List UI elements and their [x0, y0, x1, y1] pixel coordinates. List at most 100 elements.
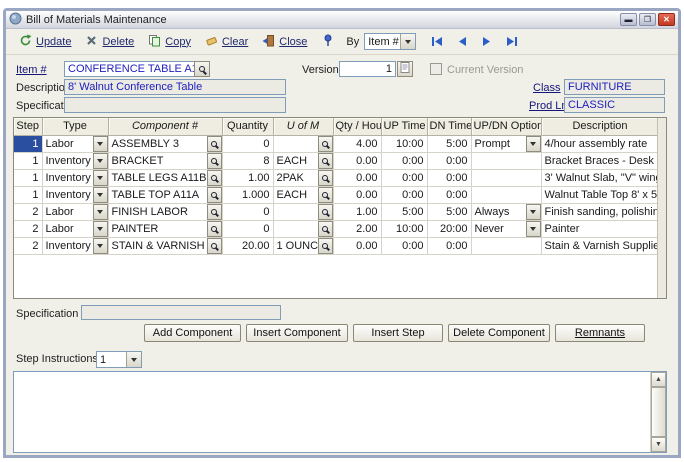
grid-cell-component[interactable]: TABLE LEGS A11B [108, 169, 223, 187]
chevron-down-icon[interactable] [525, 203, 540, 219]
grid-cell-description[interactable]: Stain & Varnish Supplies [541, 237, 660, 255]
grid-cell-uom[interactable] [273, 220, 334, 238]
grid-cell-step[interactable]: 1 [14, 135, 43, 153]
table-row[interactable]: 1 Inventory BRACKET 8 EACH 0.00 0:00 0:0… [14, 152, 660, 170]
step-instructions-combo[interactable]: 1 [96, 351, 142, 368]
grid-cell-quantity[interactable]: 1.00 [222, 169, 274, 187]
grid-cell-type[interactable]: Inventory [42, 152, 109, 170]
maximize-button[interactable]: ❐ [639, 13, 656, 26]
version-notes-button[interactable] [397, 61, 413, 77]
table-row[interactable]: 2 Labor PAINTER 0 2.00 10:00 20:00 Never… [14, 220, 660, 238]
vertical-scrollbar[interactable]: ▲ ▼ [650, 372, 666, 452]
search-icon[interactable] [206, 186, 221, 202]
grid-cell-qty-hour[interactable]: 0.00 [333, 237, 382, 255]
search-icon[interactable] [317, 220, 332, 236]
table-row[interactable]: 1 Labor ASSEMBLY 3 0 4.00 10:00 5:00 Pro… [14, 135, 660, 153]
grid-cell-dn-time[interactable]: 0:00 [427, 169, 472, 187]
chevron-down-icon[interactable] [400, 34, 416, 49]
search-icon[interactable] [206, 135, 221, 151]
grid-cell-updn-option[interactable]: Prompt [471, 135, 542, 153]
grid-cell-step[interactable]: 2 [14, 237, 43, 255]
grid-cell-quantity[interactable]: 1.000 [222, 186, 274, 204]
clear-button[interactable]: Clear [198, 31, 255, 53]
update-button[interactable]: Update [12, 31, 78, 53]
grid-cell-component[interactable]: TABLE TOP A11A [108, 186, 223, 204]
pin-button[interactable] [318, 31, 338, 53]
search-icon[interactable] [206, 237, 221, 253]
grid-cell-step[interactable]: 1 [14, 152, 43, 170]
close-form-button[interactable]: Close [255, 31, 314, 53]
close-button[interactable]: ✕ [658, 13, 675, 26]
minimize-button[interactable]: ▬ [620, 13, 637, 26]
version-input[interactable]: 1 [339, 61, 396, 77]
grid-cell-description[interactable]: 4/hour assembly rate [541, 135, 660, 153]
search-icon[interactable] [206, 152, 221, 168]
grid-cell-type[interactable]: Inventory [42, 186, 109, 204]
last-record-button[interactable] [504, 35, 519, 48]
grid-cell-qty-hour[interactable]: 0.00 [333, 186, 382, 204]
grid-cell-dn-time[interactable]: 0:00 [427, 152, 472, 170]
grid-cell-type[interactable]: Labor [42, 220, 109, 238]
remnants-button[interactable]: Remnants [555, 324, 645, 342]
search-icon[interactable] [206, 203, 221, 219]
grid-cell-updn-option[interactable] [471, 152, 542, 170]
grid-cell-uom[interactable] [273, 135, 334, 153]
grid-cell-description[interactable]: Finish sanding, polishing and [541, 203, 660, 221]
chevron-down-icon[interactable] [92, 186, 107, 202]
grid-cell-updn-option[interactable] [471, 186, 542, 204]
search-icon[interactable] [317, 237, 332, 253]
insert-component-button[interactable]: Insert Component [246, 324, 348, 342]
next-record-button[interactable] [480, 35, 493, 48]
grid-cell-updn-option[interactable]: Always [471, 203, 542, 221]
insert-step-button[interactable]: Insert Step [353, 324, 443, 342]
search-icon[interactable] [317, 135, 332, 151]
search-icon[interactable] [206, 220, 221, 236]
chevron-down-icon[interactable] [525, 135, 540, 151]
grid-cell-quantity[interactable]: 0 [222, 220, 274, 238]
item-search-button[interactable] [194, 61, 210, 77]
grid-cell-up-time[interactable]: 10:00 [381, 220, 428, 238]
by-combo[interactable]: Item # [364, 33, 417, 50]
chevron-down-icon[interactable] [92, 237, 107, 253]
table-row[interactable]: 1 Inventory TABLE TOP A11A 1.000 EACH 0.… [14, 186, 660, 204]
scrollbar-thumb[interactable] [651, 387, 666, 437]
grid-cell-up-time[interactable]: 10:00 [381, 135, 428, 153]
grid-cell-updn-option[interactable] [471, 169, 542, 187]
grid-cell-qty-hour[interactable]: 4.00 [333, 135, 382, 153]
previous-record-button[interactable] [456, 35, 469, 48]
grid-cell-dn-time[interactable]: 0:00 [427, 237, 472, 255]
chevron-down-icon[interactable] [92, 152, 107, 168]
grid-cell-qty-hour[interactable]: 1.00 [333, 203, 382, 221]
first-record-button[interactable] [430, 35, 445, 48]
grid-cell-uom[interactable]: 2PAK [273, 169, 334, 187]
grid-cell-up-time[interactable]: 0:00 [381, 186, 428, 204]
grid-cell-description[interactable]: Bracket Braces - Desk Unit [541, 152, 660, 170]
chevron-down-icon[interactable] [92, 135, 107, 151]
search-icon[interactable] [317, 186, 332, 202]
class-label[interactable]: Class [533, 82, 561, 94]
chevron-down-icon[interactable] [92, 220, 107, 236]
grid-cell-quantity[interactable]: 0 [222, 135, 274, 153]
chevron-down-icon[interactable] [525, 220, 540, 236]
grid-cell-quantity[interactable]: 20.00 [222, 237, 274, 255]
item-number-input[interactable]: CONFERENCE TABLE A11 [64, 61, 195, 77]
grid-cell-dn-time[interactable]: 20:00 [427, 220, 472, 238]
grid-cell-type[interactable]: Labor [42, 135, 109, 153]
grid-cell-quantity[interactable]: 8 [222, 152, 274, 170]
delete-component-button[interactable]: Delete Component [448, 324, 550, 342]
grid-cell-component[interactable]: STAIN & VARNISH [108, 237, 223, 255]
grid-cell-uom[interactable] [273, 203, 334, 221]
grid-cell-dn-time[interactable]: 5:00 [427, 135, 472, 153]
grid-cell-component[interactable]: ASSEMBLY 3 [108, 135, 223, 153]
grid-cell-step[interactable]: 1 [14, 169, 43, 187]
scroll-up-arrow-icon[interactable]: ▲ [651, 372, 666, 387]
grid-cell-component[interactable]: PAINTER [108, 220, 223, 238]
grid-cell-dn-time[interactable]: 5:00 [427, 203, 472, 221]
grid-cell-up-time[interactable]: 0:00 [381, 237, 428, 255]
chevron-down-icon[interactable] [92, 169, 107, 185]
grid-cell-updn-option[interactable]: Never [471, 220, 542, 238]
grid-cell-component[interactable]: BRACKET [108, 152, 223, 170]
grid-cell-step[interactable]: 2 [14, 220, 43, 238]
grid-cell-component[interactable]: FINISH LABOR [108, 203, 223, 221]
search-icon[interactable] [317, 169, 332, 185]
